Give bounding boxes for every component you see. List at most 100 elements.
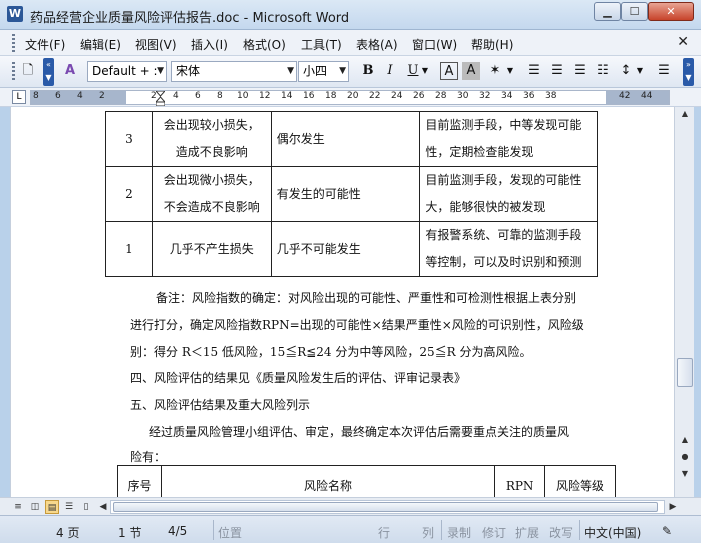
status-overtype[interactable]: 改写 bbox=[549, 524, 573, 541]
status-track-changes[interactable]: 修订 bbox=[482, 524, 506, 541]
ruler-number: 28 bbox=[435, 91, 447, 101]
font-size-dropdown[interactable]: 小四 ▼ bbox=[298, 61, 349, 82]
ruler-number: 30 bbox=[457, 91, 469, 101]
toolbar-more-icon[interactable]: » ▼ bbox=[683, 58, 694, 86]
status-extend[interactable]: 扩展 bbox=[515, 524, 539, 541]
word-app-icon[interactable]: W bbox=[7, 6, 23, 22]
align-justify-icon[interactable]: ☰ bbox=[525, 62, 543, 80]
ruler-number: 6 bbox=[195, 91, 201, 101]
menu-bar: 文件(F) 编辑(E) 视图(V) 插入(I) 格式(O) 工具(T) 表格(A… bbox=[0, 30, 701, 56]
ruler-number: 18 bbox=[325, 91, 337, 101]
status-record[interactable]: 录制 bbox=[447, 524, 471, 541]
ruler-number: 20 bbox=[347, 91, 359, 101]
new-document-icon[interactable]: 🗋 bbox=[19, 62, 37, 80]
status-section: 1 节 bbox=[118, 526, 142, 540]
scroll-left-icon[interactable]: ◀ bbox=[96, 500, 110, 514]
menu-window[interactable]: 窗口(W) bbox=[412, 36, 457, 53]
menu-tools[interactable]: 工具(T) bbox=[301, 36, 342, 53]
character-scaling-icon[interactable]: ✶ bbox=[486, 62, 504, 80]
ruler-number: 32 bbox=[479, 91, 491, 101]
numbering-icon[interactable]: ☰ bbox=[655, 62, 673, 80]
chevron-down-icon: ▼ bbox=[157, 66, 164, 76]
style-dropdown[interactable]: Default + : ▼ bbox=[87, 61, 167, 82]
bold-button[interactable]: B bbox=[359, 62, 377, 80]
align-center-icon[interactable]: ☰ bbox=[548, 62, 566, 80]
horizontal-ruler[interactable]: 8 6 4 2 2 4 6 8 10 12 14 16 18 20 22 24 … bbox=[30, 90, 670, 106]
table-row: 3 会出现较小损失， 造成不良影响 偶尔发生 目前监测手段，中等发现可能 性，定期检… bbox=[105, 111, 598, 167]
line-spacing-dropdown-icon[interactable]: ▼ bbox=[635, 62, 645, 80]
ruler-number: 6 bbox=[55, 91, 61, 101]
character-shading-icon[interactable]: A bbox=[462, 62, 480, 80]
horizontal-scroll-thumb[interactable] bbox=[113, 502, 658, 512]
section-heading-5: 五、风险评估结果及重大风险列示 bbox=[130, 398, 311, 412]
toolbar-grip[interactable] bbox=[12, 62, 15, 82]
menu-help[interactable]: 帮助(H) bbox=[471, 36, 513, 53]
ruler-number: 34 bbox=[501, 91, 513, 101]
ruler-number: 4 bbox=[77, 91, 83, 101]
minimize-button[interactable]: ▁ bbox=[594, 2, 621, 21]
horizontal-scrollbar[interactable] bbox=[110, 500, 665, 514]
next-page-icon[interactable]: ▼ bbox=[678, 469, 692, 483]
score-cell: 1 bbox=[105, 221, 153, 277]
character-border-icon[interactable]: A bbox=[440, 62, 458, 80]
status-line: 行 bbox=[378, 526, 391, 540]
maximize-button[interactable]: ☐ bbox=[621, 2, 648, 21]
status-page-of: 4/5 bbox=[168, 524, 188, 538]
close-document-icon[interactable]: ✕ bbox=[677, 34, 689, 50]
italic-button[interactable]: I bbox=[381, 62, 399, 80]
menu-view[interactable]: 视图(V) bbox=[135, 36, 177, 53]
scroll-up-icon[interactable]: ▲ bbox=[678, 109, 692, 123]
previous-page-icon[interactable]: ▲ bbox=[678, 435, 692, 449]
menu-insert[interactable]: 插入(I) bbox=[191, 36, 228, 53]
status-column: 列 bbox=[422, 526, 435, 540]
menu-file[interactable]: 文件(F) bbox=[25, 36, 65, 53]
outline-view-icon[interactable]: ☰ bbox=[62, 500, 76, 514]
major-risk-table: 序号 风险名称 RPN 风险等级 bbox=[117, 465, 616, 497]
print-layout-icon[interactable]: ▤ bbox=[45, 500, 59, 514]
status-language[interactable]: 中文(中国) bbox=[584, 524, 641, 541]
ruler-number: 42 bbox=[619, 91, 631, 101]
ruler-number: 8 bbox=[33, 91, 39, 101]
tab-selector[interactable]: L bbox=[12, 90, 26, 104]
score-cell: 2 bbox=[105, 166, 153, 222]
chevron-down-icon: ▼ bbox=[287, 66, 294, 76]
scroll-thumb[interactable] bbox=[677, 358, 693, 387]
ruler-number: 16 bbox=[303, 91, 315, 101]
toolbar-options-icon[interactable]: «▼ bbox=[43, 58, 54, 86]
align-right-icon[interactable]: ☰ bbox=[571, 62, 589, 80]
browse-object-icon[interactable]: ● bbox=[678, 452, 692, 466]
reading-view-icon[interactable]: ▯ bbox=[79, 500, 93, 514]
detectability-cell: 目前监测手段，中等发现可能 性，定期检查能发现 bbox=[419, 111, 598, 167]
underline-dropdown-icon[interactable]: ▼ bbox=[420, 62, 430, 80]
window-title: 药品经营企业质量风险评估报告.doc - Microsoft Word bbox=[30, 11, 350, 26]
ruler-number: 10 bbox=[237, 91, 249, 101]
font-dropdown[interactable]: 宋体 ▼ bbox=[171, 61, 297, 82]
ruler-number: 4 bbox=[173, 91, 179, 101]
menu-format[interactable]: 格式(O) bbox=[243, 36, 286, 53]
vertical-scrollbar[interactable]: ▲ ▲ ● ▼ bbox=[674, 107, 694, 497]
normal-view-icon[interactable]: ≡ bbox=[11, 500, 25, 514]
risk-scoring-table: 3 会出现较小损失， 造成不良影响 偶尔发生 目前监测手段，中等发现可能 性，定期检… bbox=[105, 111, 598, 277]
distributed-align-icon[interactable]: ☷ bbox=[594, 62, 612, 80]
close-button[interactable]: ✕ bbox=[648, 2, 694, 21]
indent-marker-icon[interactable] bbox=[156, 91, 165, 106]
ruler-number: 2 bbox=[99, 91, 105, 101]
spelling-status-icon[interactable]: ✎ bbox=[662, 524, 672, 538]
ruler-number: 8 bbox=[217, 91, 223, 101]
column-header-rpn: RPN bbox=[494, 465, 546, 497]
styles-icon[interactable]: A bbox=[61, 62, 79, 80]
scroll-right-icon[interactable]: ▶ bbox=[666, 500, 680, 514]
table-row: 1 几乎不产生损失 几乎不可能发生 有报警系统、可靠的监测手段 等控制，可以及时识… bbox=[105, 221, 598, 277]
scaling-dropdown-icon[interactable]: ▼ bbox=[505, 62, 515, 80]
ruler-row: L 8 6 4 2 2 4 6 8 10 12 14 16 18 20 22 2… bbox=[0, 88, 701, 107]
font-size-value: 小四 bbox=[303, 64, 328, 78]
style-value: Default + : bbox=[92, 64, 158, 78]
document-canvas[interactable]: 3 会出现较小损失， 造成不良影响 偶尔发生 目前监测手段，中等发现可能 性，定期检… bbox=[10, 107, 674, 497]
menu-grip[interactable] bbox=[12, 34, 15, 52]
menu-table[interactable]: 表格(A) bbox=[356, 36, 398, 53]
status-position: 位置 bbox=[218, 526, 243, 540]
menu-edit[interactable]: 编辑(E) bbox=[80, 36, 121, 53]
formatting-toolbar: 🗋 A Default + : ▼ 宋体 ▼ 小四 ▼ B I U ▼ A A … bbox=[0, 56, 701, 88]
web-view-icon[interactable]: ◫ bbox=[28, 500, 42, 514]
line-spacing-icon[interactable]: ↕ bbox=[617, 62, 635, 80]
